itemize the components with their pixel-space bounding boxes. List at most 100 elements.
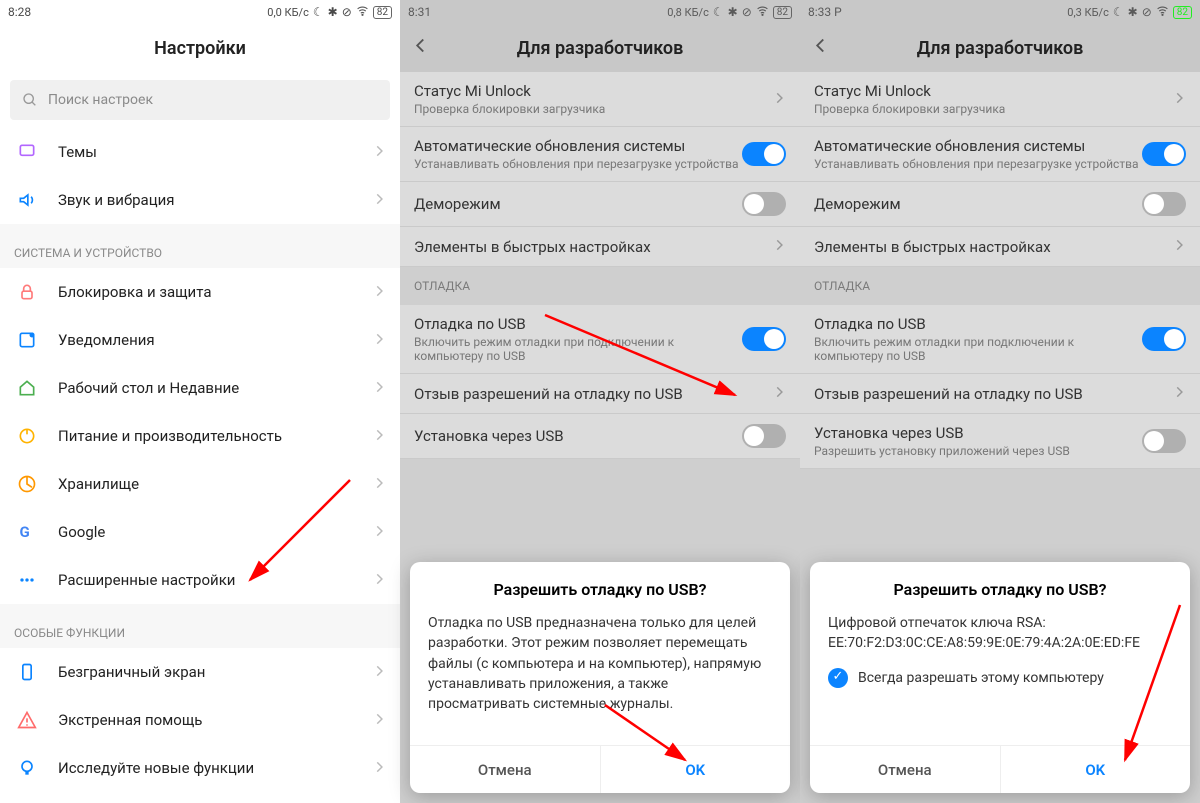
always-allow-checkbox[interactable]: ✓ Всегда разрешать этому компьютеру — [828, 668, 1172, 688]
settings-row[interactable]: Статус Mi UnlockПроверка блокировки загр… — [800, 72, 1200, 127]
phone-dev-options-2: 8:33 P 0,3 КБ/с ☾ ✱ ⊘ 82 Для разработчик… — [800, 0, 1200, 803]
settings-row[interactable]: Установка через USB — [400, 414, 800, 459]
ok-button[interactable]: OK — [1001, 746, 1191, 793]
fingerprint-label: Цифровой отпечаток ключа RSA: — [828, 613, 1172, 633]
moon-icon: ☾ — [713, 5, 724, 19]
settings-row[interactable]: Деморежим — [800, 182, 1200, 227]
settings-item[interactable]: G Google — [0, 508, 400, 556]
toggle-switch[interactable] — [1142, 142, 1186, 166]
row-title: Автоматические обновления системы — [414, 137, 742, 155]
toggle-switch[interactable] — [742, 327, 786, 351]
home-icon — [14, 378, 40, 398]
status-bar: 8:31 0,8 КБ/с ☾ ✱ ⊘ 82 — [400, 0, 800, 24]
chevron-right-icon — [372, 475, 386, 494]
row-title: Деморежим — [414, 195, 742, 213]
item-label: Хранилище — [58, 475, 372, 493]
toggle-switch[interactable] — [1142, 192, 1186, 216]
settings-row[interactable]: Отзыв разрешений на отладку по USB — [800, 374, 1200, 414]
settings-item[interactable]: Звук и вибрация — [0, 176, 400, 224]
toggle-switch[interactable] — [742, 142, 786, 166]
settings-item[interactable]: Темы — [0, 128, 400, 176]
row-title: Отзыв разрешений на отладку по USB — [814, 385, 1164, 403]
search-placeholder: Поиск настроек — [48, 92, 153, 108]
ok-button[interactable]: OK — [601, 746, 791, 793]
svg-text:G: G — [20, 523, 30, 541]
settings-row[interactable]: Отзыв разрешений на отладку по USB — [400, 374, 800, 414]
dialog-title: Разрешить отладку по USB? — [828, 580, 1172, 599]
google-icon: G — [14, 522, 40, 542]
chevron-right-icon — [772, 90, 786, 109]
dialog-body: Отладка по USB предназначена только для … — [428, 613, 772, 733]
screen-icon — [14, 662, 40, 682]
settings-row[interactable]: Автоматические обновления системы Устанав… — [400, 127, 800, 182]
search-input[interactable]: Поиск настроек — [10, 80, 390, 120]
cancel-button[interactable]: Отмена — [410, 746, 601, 793]
settings-item[interactable]: Питание и производительность — [0, 412, 400, 460]
tip-icon — [14, 758, 40, 778]
settings-row[interactable]: Элементы в быстрых настройках — [800, 227, 1200, 267]
item-label: Экстренная помощь — [58, 711, 372, 729]
settings-row[interactable]: Отладка по USBВключить режим отладки при… — [400, 305, 800, 374]
alarm-icon: ⊘ — [342, 5, 352, 19]
page-title: Настройки — [0, 24, 400, 72]
item-label: Google — [58, 523, 372, 541]
settings-row[interactable]: Элементы в быстрых настройках — [400, 227, 800, 267]
section-debug: ОТЛАДКА — [800, 267, 1200, 305]
item-label: Блокировка и защита — [58, 283, 372, 301]
settings-item[interactable]: Рабочий стол и Недавние — [0, 364, 400, 412]
settings-item[interactable]: Безграничный экран — [0, 648, 400, 696]
settings-item[interactable]: Расширенные настройки — [0, 556, 400, 604]
chevron-right-icon — [372, 663, 386, 682]
check-icon: ✓ — [828, 668, 848, 688]
row-title: Отладка по USB — [414, 315, 742, 333]
back-button[interactable] — [812, 37, 830, 60]
settings-item[interactable]: Уведомления — [0, 316, 400, 364]
chevron-right-icon — [372, 571, 386, 590]
settings-row[interactable]: Установка через USB Разрешить установку п… — [800, 414, 1200, 469]
settings-row[interactable]: Деморежим — [400, 182, 800, 227]
row-title: Статус Mi Unlock — [414, 82, 764, 100]
chevron-right-icon — [372, 759, 386, 778]
settings-row[interactable]: Автоматические обновления системыУстанав… — [800, 127, 1200, 182]
phone-dev-options-1: 8:31 0,8 КБ/с ☾ ✱ ⊘ 82 Для разработчиков… — [400, 0, 800, 803]
settings-item[interactable]: Блокировка и защита — [0, 268, 400, 316]
chevron-right-icon — [772, 237, 786, 256]
chevron-right-icon — [372, 711, 386, 730]
theme-icon — [14, 142, 40, 162]
lock-icon — [14, 282, 40, 302]
settings-item[interactable]: Исследуйте новые функции — [0, 744, 400, 792]
status-bar: 8:28 0,0 КБ/с ☾ ✱ ⊘ 82 — [0, 0, 400, 24]
status-time: 8:33 P — [808, 5, 842, 19]
chevron-right-icon — [372, 427, 386, 446]
chevron-right-icon — [1172, 90, 1186, 109]
cancel-button[interactable]: Отмена — [810, 746, 1001, 793]
row-title: Установка через USB — [814, 424, 1142, 442]
settings-row[interactable]: Статус Mi UnlockПроверка блокировки загр… — [400, 72, 800, 127]
bluetooth-icon: ✱ — [728, 5, 738, 19]
fingerprint-value: EE:70:F2:D3:0C:CE:A8:59:9E:0E:79:4A:2A:0… — [828, 633, 1172, 653]
item-label: Питание и производительность — [58, 427, 372, 445]
settings-row[interactable]: Отладка по USBВключить режим отладки при… — [800, 305, 1200, 374]
item-label: Безграничный экран — [58, 663, 372, 681]
section-special: ОСОБЫЕ ФУНКЦИИ — [0, 604, 400, 648]
status-speed: 0,8 КБ/с — [667, 6, 709, 19]
item-label: Исследуйте новые функции — [58, 759, 372, 777]
page-title: Для разработчиков — [800, 24, 1200, 72]
sound-icon — [14, 190, 40, 210]
item-label: Расширенные настройки — [58, 571, 372, 589]
chevron-right-icon — [1172, 237, 1186, 256]
settings-item[interactable]: Экстренная помощь — [0, 696, 400, 744]
sos-icon — [14, 710, 40, 730]
toggle-switch[interactable] — [1142, 327, 1186, 351]
row-subtitle: Устанавливать обновления при перезагрузк… — [414, 157, 742, 171]
toggle-switch[interactable] — [1142, 429, 1186, 453]
row-subtitle: Разрешить установку приложений через USB — [814, 444, 1142, 458]
settings-item[interactable]: Хранилище — [0, 460, 400, 508]
toggle-switch[interactable] — [742, 192, 786, 216]
back-button[interactable] — [412, 37, 430, 60]
chevron-right-icon — [372, 331, 386, 350]
toggle-switch[interactable] — [742, 424, 786, 448]
bluetooth-icon: ✱ — [1128, 5, 1138, 19]
item-label: Звук и вибрация — [58, 191, 372, 209]
chevron-right-icon — [372, 379, 386, 398]
